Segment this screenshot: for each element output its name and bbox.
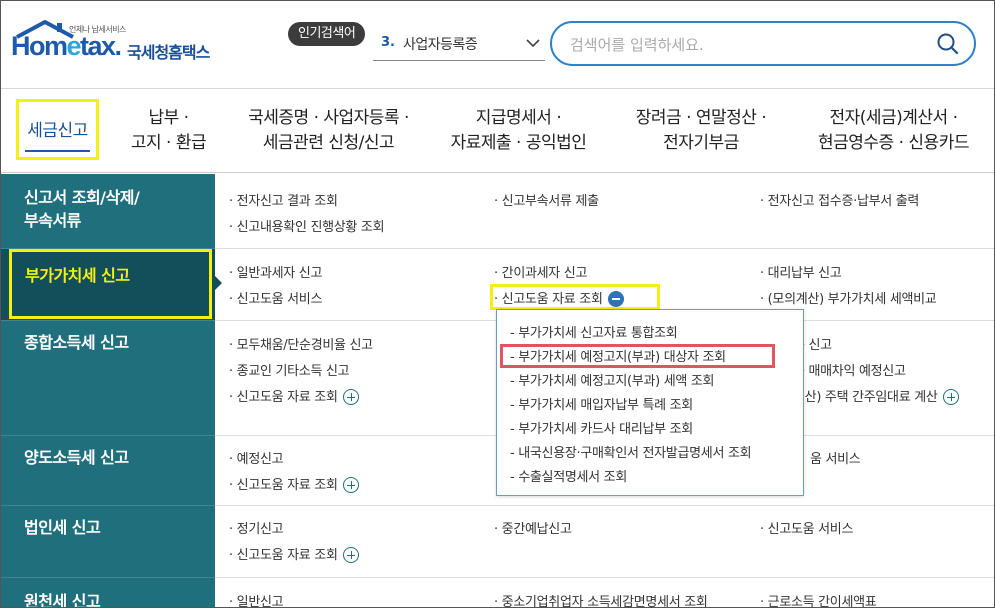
link-withholding-table[interactable]: · 근로소득 간이세액표 — [760, 591, 877, 607]
link-label: 계산) 주택 간주임대료 계산 — [793, 390, 938, 405]
side-item-label: 양도소득세 신고 — [24, 448, 129, 467]
link-help-data-income[interactable]: · 신고도움 자료 조회 — [229, 386, 359, 406]
nav-item-incentives[interactable]: 장려금 · 연말정산 · 전자기부금 — [606, 89, 796, 173]
logo-wordmark-b: tax. — [80, 31, 122, 61]
submenu-panel: · 전자신고 결과 조회 · 신고내용확인 진행상황 조회 · 신고부속서류 제… — [215, 174, 994, 607]
nav-item-e-invoice[interactable]: 전자(세금)계산서 · 현금영수증 · 신용카드 — [796, 89, 991, 173]
nav-item-label: 지급명세서 · 자료제출 · 공익법인 — [450, 108, 587, 153]
link-row4-c3[interactable]: 움 서비스 — [810, 448, 861, 467]
side-item-return-inquiry[interactable]: 신고서 조회/삭제/ 부속서류 — [1, 174, 215, 249]
link-prefilled-return[interactable]: · 모두채움/단순경비율 신고 — [229, 334, 373, 353]
link-preliminary-return[interactable]: · 예정신고 — [229, 448, 284, 467]
link-label: · 신고도움 자료 조회 — [229, 478, 338, 493]
expand-icon[interactable] — [942, 388, 959, 405]
link-label: · 신고도움 자료 조회 — [229, 548, 338, 563]
help-data-dropdown: - 부가가치세 신고자료 통합조회 - 부가가치세 예정고지(부과) 대상자 조… — [496, 309, 804, 496]
popular-search-select[interactable]: 3. 사업자등록증 — [373, 29, 545, 61]
search-box[interactable]: 검색어를 입력하세요. — [550, 21, 976, 66]
link-proxy-payment[interactable]: · 대리납부 신고 — [760, 262, 842, 281]
dropdown-item-local-lc[interactable]: - 내국신용장·구매확인서 전자발급명세서 조회 — [510, 442, 752, 461]
logo-korean: 국세청홈택스 — [127, 43, 210, 62]
side-item-label: 법인세 신고 — [24, 518, 101, 537]
side-menu: 신고서 조회/삭제/ 부속서류 부가가치세 신고 종합소득세 신고 양도소득세 … — [1, 174, 215, 608]
link-receipt-print[interactable]: · 전자신고 접수증·납부서 출력 — [760, 190, 919, 209]
dropdown-item-vat-buyer-payment[interactable]: - 부가가치세 매입자납부 특례 조회 — [510, 394, 693, 413]
side-item-withholding-tax[interactable]: 원천세 신고 — [1, 578, 215, 608]
row-divider — [215, 577, 994, 578]
side-item-label: 신고서 조회/삭제/ 부속서류 — [24, 188, 140, 230]
nav-item-label: 납부 · 고지 · 환급 — [130, 108, 207, 153]
chevron-down-icon — [526, 39, 540, 48]
app-frame: 언제나 납세서비스 Hometax. 국세청홈택스 인기검색어 3. 사업자등록… — [0, 0, 995, 608]
link-row3-c3-c[interactable]: 계산) 주택 간주임대료 계산 — [793, 386, 959, 406]
main-nav: 세금신고 납부 · 고지 · 환급 국세증명 · 사업자등록 · 세금관련 신청… — [1, 89, 994, 173]
link-label: · 신고도움 자료 조회 — [229, 390, 338, 405]
help-data-highlight — [490, 284, 660, 310]
nav-item-label: 세금신고 — [25, 107, 90, 152]
hometax-logo[interactable]: 언제나 납세서비스 Hometax. 국세청홈택스 — [11, 19, 226, 69]
dropdown-item-export-record[interactable]: - 수출실적명세서 조회 — [510, 466, 627, 485]
search-icon[interactable] — [936, 32, 960, 56]
nav-item-statements[interactable]: 지급명세서 · 자료제출 · 공익법인 — [431, 89, 606, 173]
nav-item-tax-filing[interactable]: 세금신고 — [16, 99, 99, 160]
link-filing-help-corp[interactable]: · 신고도움 서비스 — [760, 518, 853, 537]
row-divider — [215, 505, 994, 506]
expand-icon[interactable] — [342, 476, 359, 493]
link-simplified-taxpayer[interactable]: · 간이과세자 신고 — [494, 262, 587, 281]
link-general-return[interactable]: · 일반신고 — [229, 591, 284, 607]
side-item-vat-highlight: 부가가치세 신고 — [9, 249, 212, 319]
row-divider — [215, 248, 994, 249]
link-interim-prepayment[interactable]: · 중간예납신고 — [494, 518, 572, 537]
link-attachments-submit[interactable]: · 신고부속서류 제출 — [494, 190, 599, 209]
expand-icon[interactable] — [342, 388, 359, 405]
search-input[interactable]: 검색어를 입력하세요. — [570, 34, 704, 55]
logo-wordmark: Hometax. — [11, 31, 122, 62]
nav-item-label: 전자(세금)계산서 · 현금영수증 · 신용카드 — [818, 108, 969, 153]
popular-rank: 3. — [381, 35, 395, 50]
nav-item-certificates[interactable]: 국세증명 · 사업자등록 · 세금관련 신청/신고 — [226, 89, 431, 173]
side-item-income-tax[interactable]: 종합소득세 신고 — [1, 321, 215, 436]
nav-item-payment[interactable]: 납부 · 고지 · 환급 — [111, 89, 226, 173]
dropdown-item-vat-preliminary-target[interactable]: - 부가가치세 예정고지(부과) 대상자 조회 — [510, 346, 726, 365]
link-help-data-corp[interactable]: · 신고도움 자료 조회 — [229, 544, 359, 564]
link-regular-return[interactable]: · 정기신고 — [229, 518, 284, 537]
link-help-data-transfer[interactable]: · 신고도움 자료 조회 — [229, 474, 359, 494]
logo-wordmark-a: Hom — [11, 31, 68, 61]
nav-item-label: 장려금 · 연말정산 · 전자기부금 — [635, 108, 767, 153]
dropdown-item-vat-preliminary-amount[interactable]: - 부가가치세 예정고지(부과) 세액 조회 — [510, 370, 714, 389]
link-row3-c3-b[interactable]: 등 매매차익 예정신고 — [793, 360, 906, 379]
popular-search-badge: 인기검색어 — [288, 22, 366, 46]
link-religious-income[interactable]: · 종교인 기타소득 신고 — [229, 360, 350, 379]
side-item-label: 원천세 신고 — [24, 592, 101, 608]
link-sme-exemption[interactable]: · 중소기업취업자 소득세감면명세서 조회 — [494, 591, 708, 607]
dropdown-item-vat-card-proxy[interactable]: - 부가가치세 카드사 대리납부 조회 — [510, 418, 693, 437]
link-review-progress[interactable]: · 신고내용확인 진행상황 조회 — [229, 216, 385, 235]
link-e-filing-result[interactable]: · 전자신고 결과 조회 — [229, 190, 338, 209]
side-item-label: 부가가치세 신고 — [25, 266, 130, 285]
header: 언제나 납세서비스 Hometax. 국세청홈택스 인기검색어 3. 사업자등록… — [1, 1, 994, 89]
expand-icon[interactable] — [342, 546, 359, 563]
link-vat-comparison[interactable]: · (모의계산) 부가가치세 세액비교 — [760, 288, 937, 307]
popular-term: 사업자등록증 — [403, 37, 478, 53]
side-item-corporate-tax[interactable]: 법인세 신고 — [1, 506, 215, 578]
dropdown-item-vat-integrated[interactable]: - 부가가치세 신고자료 통합조회 — [510, 322, 678, 341]
link-filing-help[interactable]: · 신고도움 서비스 — [229, 288, 322, 307]
side-item-transfer-tax[interactable]: 양도소득세 신고 — [1, 436, 215, 506]
nav-item-label: 국세증명 · 사업자등록 · 세금관련 신청/신고 — [248, 108, 409, 153]
logo-wordmark-e: e — [66, 31, 82, 61]
side-item-label: 종합소득세 신고 — [24, 333, 129, 352]
link-general-taxpayer[interactable]: · 일반과세자 신고 — [229, 262, 322, 281]
